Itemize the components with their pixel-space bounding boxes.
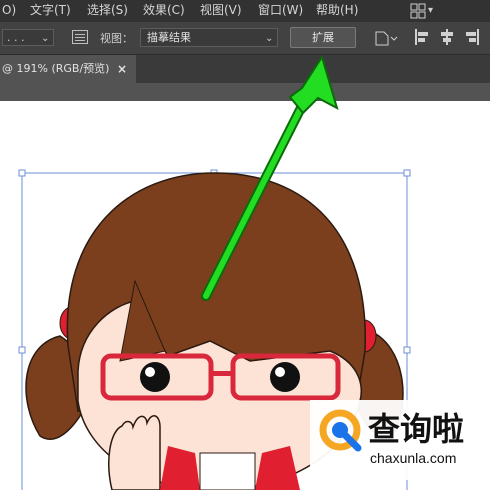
tracing-panel-icon[interactable]	[72, 30, 88, 44]
menu-bar: O) 文字(T) 选择(S) 效果(C) 视图(V) 窗口(W) 帮助(H) ▾	[0, 0, 490, 22]
preset-value: . . .	[7, 31, 25, 44]
watermark-logo-icon	[319, 409, 362, 452]
view-label: 视图：	[100, 32, 133, 45]
menu-item-view[interactable]: 视图(V)	[200, 0, 242, 22]
align-left-icon[interactable]	[414, 29, 430, 45]
glasses-bridge	[211, 371, 233, 376]
transform-icon[interactable]	[372, 29, 398, 47]
menu-item-o[interactable]: O)	[2, 0, 16, 22]
document-tab[interactable]: @ 191% (RGB/预览) ×	[0, 55, 136, 83]
chevron-down-icon: ⌄	[41, 33, 50, 44]
menu-item-type[interactable]: 文字(T)	[30, 0, 71, 22]
align-center-icon[interactable]	[439, 29, 455, 45]
shirt-collar	[199, 452, 256, 490]
menu-item-select[interactable]: 选择(S)	[87, 0, 128, 22]
left-eye-highlight	[145, 367, 155, 377]
view-select-value: 描摹结果	[147, 31, 191, 44]
right-eye	[270, 362, 300, 392]
menu-item-help[interactable]: 帮助(H)	[316, 0, 358, 22]
right-eye-highlight	[275, 367, 285, 377]
grid-workspace-icon[interactable]	[410, 3, 426, 19]
left-eye	[140, 362, 170, 392]
chevron-down-icon: ⌄	[265, 33, 274, 44]
watermark-url: chaxunla.com	[370, 450, 457, 466]
watermark: 查询啦 chaxunla.com	[310, 400, 482, 480]
preset-select[interactable]: . . . ⌄	[2, 29, 54, 46]
align-right-icon[interactable]	[464, 29, 480, 45]
chevron-down-icon[interactable]: ▾	[428, 5, 433, 16]
menu-item-window[interactable]: 窗口(W)	[258, 0, 303, 22]
document-tab-bar: @ 191% (RGB/预览) ×	[0, 55, 490, 83]
close-icon[interactable]: ×	[117, 55, 127, 83]
control-bar: . . . ⌄ 视图： 描摹结果 ⌄ 扩展	[0, 22, 490, 55]
document-tab-title: @ 191% (RGB/预览)	[2, 62, 110, 75]
watermark-brand: 查询啦	[368, 410, 465, 448]
expand-button[interactable]: 扩展	[290, 27, 356, 48]
view-select[interactable]: 描摹结果 ⌄	[140, 28, 278, 47]
menu-item-effect[interactable]: 效果(C)	[143, 0, 185, 22]
